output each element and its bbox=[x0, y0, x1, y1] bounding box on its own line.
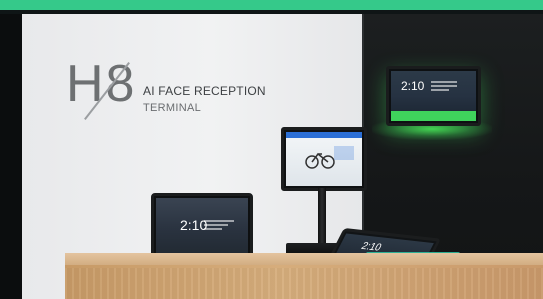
stand-terminal bbox=[281, 127, 367, 191]
desktop-tablet-screen: 2:10 bbox=[156, 198, 248, 254]
wall-terminal-clock: 2:10 bbox=[401, 79, 425, 93]
product-promo-image: H8 AI FACE RECEPTION TERMINAL 2:10 2:10 … bbox=[0, 0, 543, 299]
bicycle-icon bbox=[305, 146, 354, 169]
counter-wood-grain bbox=[65, 268, 543, 299]
wall-terminal-text-lines bbox=[431, 81, 457, 93]
stand-terminal-screen bbox=[286, 132, 362, 186]
wall-terminal-green-strip bbox=[391, 111, 476, 121]
product-tagline: AI FACE RECEPTION bbox=[143, 84, 266, 98]
counter-top bbox=[65, 253, 543, 265]
desktop-tablet-text-lines bbox=[204, 220, 234, 232]
product-subtagline: TERMINAL bbox=[143, 102, 202, 114]
top-accent-bar bbox=[0, 0, 543, 10]
wall-terminal-screen: 2:10 bbox=[391, 71, 476, 121]
wall-mounted-terminal: 2:10 bbox=[386, 66, 481, 126]
stand-pole bbox=[318, 188, 326, 244]
desktop-tablet-terminal: 2:10 bbox=[151, 193, 253, 259]
